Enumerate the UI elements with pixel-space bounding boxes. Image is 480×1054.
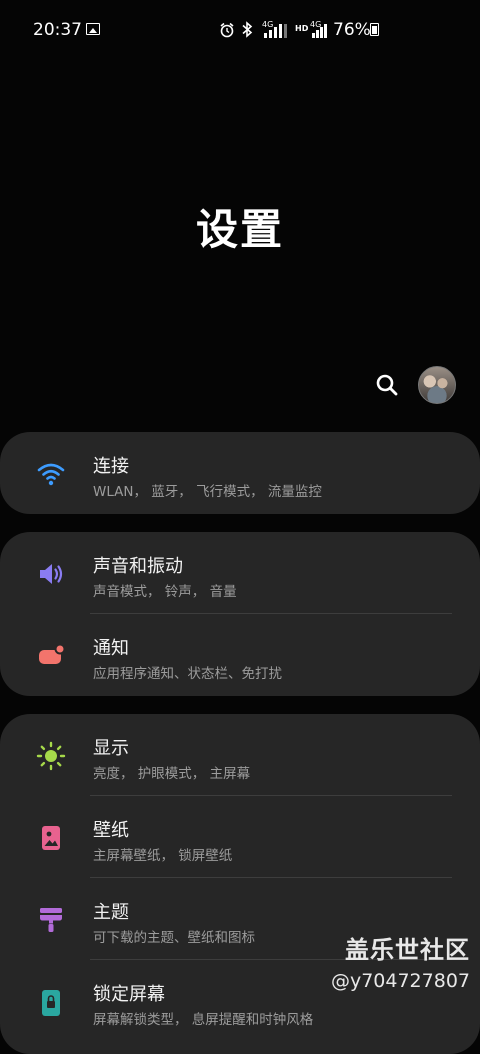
settings-item-wallpaper[interactable]: 壁纸 主屏幕壁纸， 锁屏壁纸: [0, 796, 480, 878]
item-subtitle: WLAN， 蓝牙， 飞行模式， 流量监控: [93, 484, 322, 500]
item-title: 壁纸: [93, 820, 129, 841]
item-subtitle: 屏幕解锁类型， 息屏提醒和时钟风格: [93, 1012, 314, 1028]
page-title: 设置: [195, 205, 284, 254]
watermark-title: 盖乐世社区: [345, 936, 470, 964]
item-subtitle: 声音模式， 铃声， 音量: [93, 584, 237, 600]
volume-icon: [40, 564, 63, 584]
notification-icon: [39, 643, 66, 664]
settings-group-connections: 连接 WLAN， 蓝牙， 飞行模式， 流量监控: [0, 432, 480, 514]
item-title: 连接: [93, 456, 129, 477]
item-subtitle: 应用程序通知、状态栏、免打扰: [93, 666, 282, 682]
settings-group-display: 显示 亮度， 护眼模式， 主屏幕 壁纸 主屏幕壁纸， 锁屏壁纸 主题 可下载的主…: [0, 714, 480, 1054]
search-icon[interactable]: [374, 372, 400, 398]
hd-voice-label: HD: [295, 24, 309, 33]
item-title: 声音和振动: [93, 556, 183, 577]
settings-item-display[interactable]: 显示 亮度， 护眼模式， 主屏幕: [0, 714, 480, 796]
status-time: 20:37: [33, 20, 82, 40]
wallpaper-icon: [42, 826, 60, 850]
settings-group-sound-notifications: 声音和振动 声音模式， 铃声， 音量 通知 应用程序通知、状态栏、免打扰: [0, 532, 480, 696]
settings-item-notifications[interactable]: 通知 应用程序通知、状态栏、免打扰: [0, 614, 480, 696]
item-title: 主题: [93, 902, 129, 923]
brightness-icon: [36, 741, 66, 771]
item-title: 显示: [93, 738, 129, 759]
watermark: 盖乐世社区 @y704727807: [331, 930, 470, 992]
item-subtitle: 可下载的主题、壁纸和图标: [93, 930, 255, 946]
watermark-handle: @y704727807: [330, 970, 470, 992]
bluetooth-icon: [242, 21, 253, 38]
signal-strength-icon-2: [312, 24, 327, 38]
gallery-notification-icon: [86, 23, 100, 35]
item-title: 通知: [93, 638, 129, 659]
settings-item-connections[interactable]: 连接 WLAN， 蓝牙， 飞行模式， 流量监控: [0, 432, 480, 514]
signal-strength-icon: [264, 24, 287, 38]
settings-item-sound-vibration[interactable]: 声音和振动 声音模式， 铃声， 音量: [0, 532, 480, 614]
theme-brush-icon: [40, 908, 62, 932]
avatar[interactable]: [418, 366, 456, 404]
item-title: 锁定屏幕: [93, 984, 165, 1005]
battery-icon: [370, 23, 379, 36]
item-subtitle: 亮度， 护眼模式， 主屏幕: [93, 766, 251, 782]
status-bar: 20:37 4G HD 4G 76%: [0, 0, 480, 62]
wifi-icon: [37, 463, 65, 486]
item-subtitle: 主屏幕壁纸， 锁屏壁纸: [93, 848, 233, 864]
alarm-icon: [220, 22, 234, 38]
battery-percent: 76%: [333, 20, 371, 40]
